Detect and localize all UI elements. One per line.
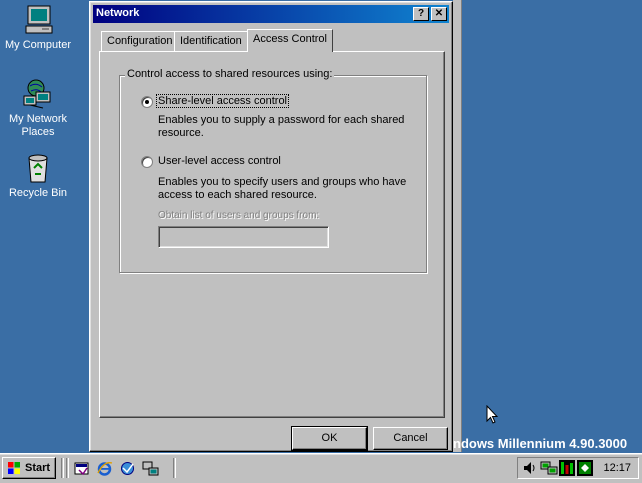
internet-explorer-icon[interactable] xyxy=(96,460,113,477)
obtain-list-label: Obtain list of users and groups from: xyxy=(158,210,320,221)
share-level-radio[interactable] xyxy=(141,96,153,108)
volume-icon[interactable] xyxy=(522,460,538,476)
user-level-label[interactable]: User-level access control xyxy=(158,155,281,167)
tab-identification[interactable]: Identification xyxy=(174,31,248,51)
dialog-titlebar[interactable]: Network ? ✕ xyxy=(93,5,449,23)
taskbar-separator xyxy=(173,458,176,478)
desktop-icon-my-network-places[interactable]: My Network Places xyxy=(0,78,78,139)
share-level-label[interactable]: Share-level access control xyxy=(155,94,290,108)
desktop-icon-recycle-bin[interactable]: Recycle Bin xyxy=(0,152,78,200)
windows-version-text: ndows Millennium 4.90.3000 xyxy=(453,436,628,451)
cancel-button[interactable]: Cancel xyxy=(373,427,448,450)
taskbar: Start 12:17 xyxy=(0,453,642,483)
desktop-icon-label: Recycle Bin xyxy=(8,187,68,199)
quicklaunch-handle[interactable] xyxy=(66,458,69,478)
network-neighborhood-icon[interactable] xyxy=(142,460,159,477)
network-connection-icon[interactable] xyxy=(540,460,558,476)
close-icon: ✕ xyxy=(434,8,444,19)
start-button[interactable]: Start xyxy=(2,457,56,479)
help-button[interactable]: ? xyxy=(413,7,429,21)
recycle-bin-icon xyxy=(28,154,48,183)
tab-configuration[interactable]: Configuration xyxy=(101,31,179,51)
share-level-description: Enables you to supply a password for eac… xyxy=(158,114,405,139)
user-level-description: Enables you to specify users and groups … xyxy=(158,176,407,201)
background-window-edge xyxy=(453,0,462,452)
computer-icon xyxy=(25,5,53,34)
system-tray: 12:17 xyxy=(517,457,639,479)
radio-selected-dot xyxy=(145,100,149,104)
scheduler-icon[interactable] xyxy=(577,460,593,476)
taskbar-clock[interactable]: 12:17 xyxy=(603,462,631,474)
windows-logo-icon xyxy=(8,462,20,474)
desktop-icon-my-computer[interactable]: My Computer xyxy=(0,4,78,52)
mouse-cursor-icon xyxy=(486,405,498,424)
user-level-radio[interactable] xyxy=(141,156,153,168)
dialog-title: Network xyxy=(96,7,140,19)
access-control-panel: Control access to shared resources using… xyxy=(99,51,445,418)
desktop-icon-label: My Network Places xyxy=(8,113,68,138)
start-label: Start xyxy=(25,462,51,474)
network-dialog: Network ? ✕ Configuration Identification… xyxy=(89,1,453,452)
outlook-express-icon[interactable] xyxy=(119,460,136,477)
close-button[interactable]: ✕ xyxy=(431,7,447,21)
groupbox-label: Control access to shared resources using… xyxy=(125,68,335,80)
show-desktop-icon[interactable] xyxy=(73,460,90,477)
taskbar-separator xyxy=(61,458,64,478)
ok-button[interactable]: OK xyxy=(291,426,368,451)
obtain-list-input[interactable] xyxy=(158,226,329,248)
desktop-icon-label: My Computer xyxy=(4,39,72,51)
access-control-groupbox: Control access to shared resources using… xyxy=(119,68,427,273)
network-places-icon xyxy=(23,79,51,109)
system-monitor-icon[interactable] xyxy=(559,460,575,476)
tab-access-control[interactable]: Access Control xyxy=(247,29,333,52)
